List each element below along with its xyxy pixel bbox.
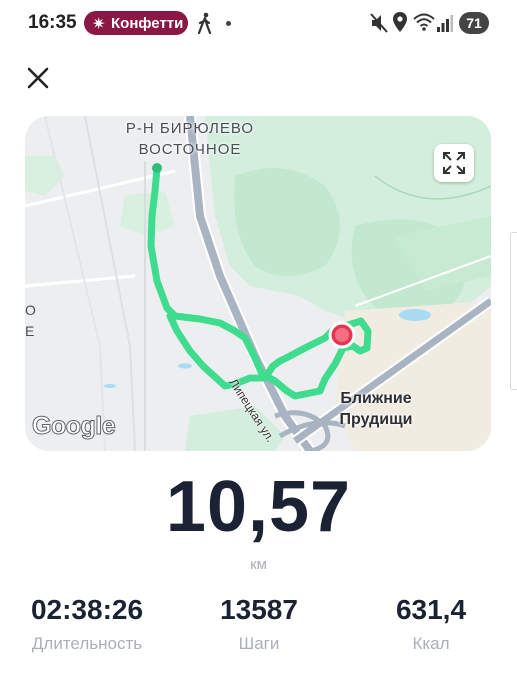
location-icon	[393, 12, 407, 32]
steps-stat: 13587 Шаги	[194, 594, 324, 654]
duration-label: Длительность	[31, 634, 143, 653]
kcal-label: Ккал	[412, 634, 450, 653]
notification-pill[interactable]: ✷ Конфетти	[84, 11, 188, 35]
scrollbar[interactable]	[510, 232, 517, 390]
close-icon	[27, 67, 49, 89]
battery-indicator: 71	[459, 12, 489, 34]
duration-value: 02:38:26	[30, 594, 144, 625]
notification-dot	[226, 21, 231, 26]
district-label: Р-Н БИРЮЛЕВО ВОСТОЧНОЕ	[100, 118, 280, 160]
google-logo: Google	[31, 412, 116, 441]
mute-icon	[370, 13, 388, 33]
steps-label: Шаги	[238, 634, 280, 653]
wifi-icon	[413, 13, 435, 31]
kcal-value: 631,4	[395, 594, 467, 625]
status-bar: 16:35 ✷ Конфетти 71	[0, 0, 517, 46]
expand-icon	[443, 152, 465, 174]
status-time: 16:35	[28, 12, 77, 33]
map-edge-label: О Е	[25, 302, 36, 339]
expand-map-button[interactable]	[434, 144, 474, 182]
place-label-text: Ближние Прудищи	[339, 390, 413, 428]
close-button[interactable]	[22, 62, 54, 94]
walking-icon	[197, 12, 212, 34]
place-label: Ближние Прудищи	[316, 388, 436, 430]
distance-value: 10,57	[165, 467, 352, 547]
distance-unit: км	[250, 556, 267, 573]
notification-app-name: Конфетти	[111, 15, 184, 32]
signal-icon	[437, 15, 453, 32]
district-label-text: Р-Н БИРЮЛЕВО ВОСТОЧНОЕ	[125, 120, 255, 158]
steps-value: 13587	[220, 594, 298, 625]
sparkle-icon: ✷	[92, 16, 106, 33]
duration-stat: 02:38:26 Длительность	[20, 594, 154, 654]
kcal-stat: 631,4 Ккал	[366, 594, 496, 654]
